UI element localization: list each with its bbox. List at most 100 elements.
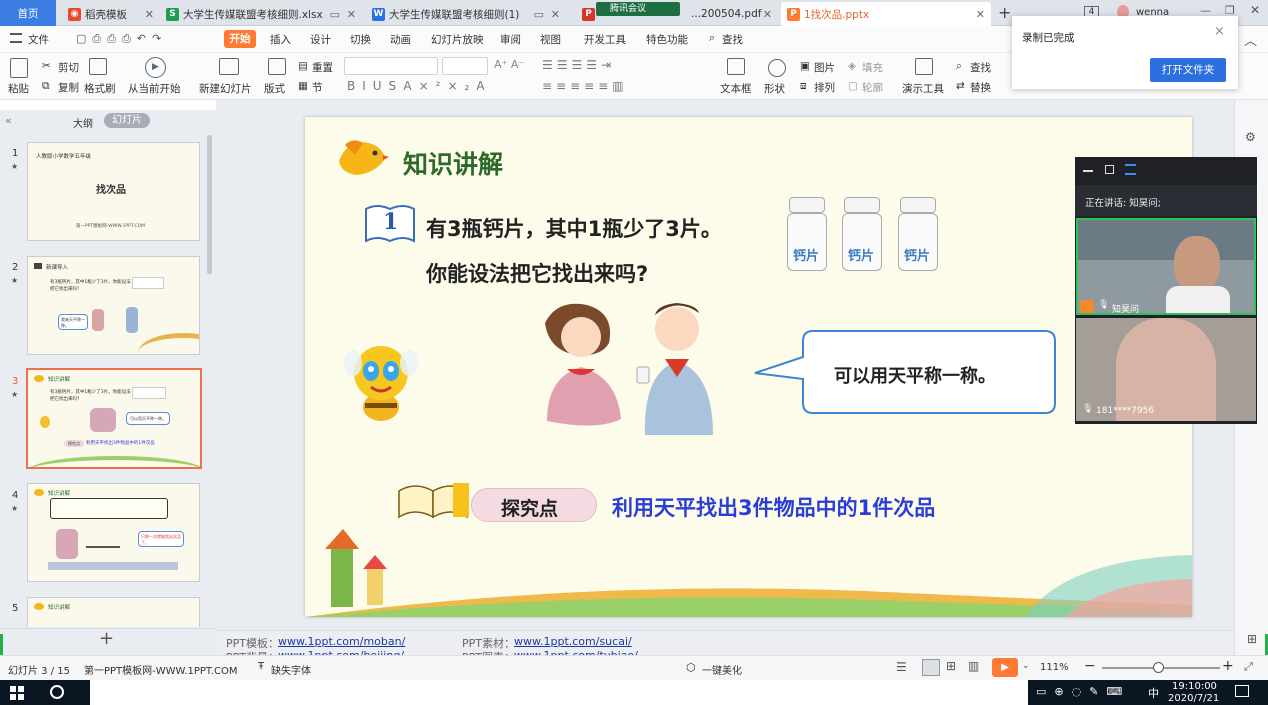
menu-view[interactable]: 视图 [540, 32, 561, 47]
monitor-icon[interactable]: ▭ [534, 8, 544, 21]
clock-time[interactable]: 19:10:00 [1172, 681, 1217, 692]
menu-search[interactable]: 查找 [722, 32, 743, 47]
menu-features[interactable]: 特色功能 [646, 32, 688, 47]
hamburger-icon[interactable] [10, 33, 22, 43]
tab-xlsx[interactable]: S 大学生传媒联盟考核细则.xlsx ▭ ✕ [160, 2, 362, 26]
section-icon[interactable]: ▦ [298, 80, 308, 92]
slide-thumbnail-4[interactable]: 知识讲解 只称一次就能找出次品了。 [27, 483, 200, 582]
menu-transition[interactable]: 切换 [350, 32, 371, 47]
reset-button[interactable]: 重置 [312, 60, 333, 75]
section-button[interactable]: 节 [312, 80, 323, 95]
windows-start-icon[interactable] [10, 686, 24, 700]
add-slide-button[interactable]: + [99, 628, 114, 649]
grid-icon[interactable]: ⊞ [1247, 632, 1257, 646]
notes-link[interactable]: www.1ppt.com/sucai/ [514, 635, 632, 648]
zoom-in-button[interactable]: + [1222, 658, 1234, 674]
missing-font-button[interactable]: 缺失字体 [271, 662, 311, 677]
font-size-up-icon[interactable]: A⁺ A⁻ [494, 58, 524, 71]
menu-developer[interactable]: 开发工具 [584, 32, 626, 47]
close-icon[interactable]: ✕ [763, 8, 772, 21]
normal-view-icon[interactable] [922, 659, 940, 676]
new-tab-button[interactable]: + [998, 3, 1011, 22]
arrange-button[interactable]: 排列 [814, 80, 835, 95]
outline-button[interactable]: 轮廓 [862, 80, 883, 95]
slide-thumbnail-3[interactable]: 知识讲解 有3瓶钙片，其中1瓶少了3片。你能设法把它找出来吗? 可以用天平称一称… [26, 368, 202, 469]
slide-thumbnail-1[interactable]: 人教版小学数学五年级 找次品 第一PPT模板网-WWW.1PPT.COM [27, 142, 200, 241]
shape-button[interactable]: 形状 [764, 81, 785, 96]
menu-slideshow[interactable]: 幻灯片放映 [431, 32, 484, 47]
notes-toggle-icon[interactable]: ☰ [896, 660, 907, 674]
textbox-icon[interactable] [727, 58, 745, 75]
paste-button[interactable]: 粘贴 [8, 81, 29, 96]
tab-pptx[interactable]: P 1找次品.pptx ✕ [781, 2, 991, 26]
close-icon[interactable]: ✕ [145, 8, 154, 21]
shape-icon[interactable] [768, 59, 786, 77]
close-icon[interactable]: ✕ [976, 8, 985, 21]
notes-pane[interactable]: PPT模板： www.1ppt.com/moban/ PPT素材： www.1p… [216, 630, 1234, 664]
menu-animation[interactable]: 动画 [390, 32, 411, 47]
picture-icon[interactable]: ▣ [800, 60, 810, 72]
fit-window-icon[interactable]: ⤢ [1244, 660, 1253, 674]
taskbar-search-area[interactable] [90, 680, 1028, 705]
font-family-select[interactable] [344, 57, 438, 75]
format-painter-icon[interactable] [89, 58, 107, 75]
list-icon[interactable] [1125, 164, 1136, 175]
zoom-slider-thumb[interactable] [1153, 662, 1164, 673]
reset-icon[interactable]: ▤ [298, 60, 308, 72]
slide-thumbnail-5[interactable]: 知识讲解 [27, 597, 200, 627]
align-buttons[interactable]: ≡≡≡≡≡▥ [542, 79, 628, 93]
zoom-level[interactable]: 111% [1040, 662, 1069, 673]
maximize-icon[interactable] [1105, 165, 1114, 174]
replace-button[interactable]: 替换 [970, 80, 991, 95]
quick-access-icons[interactable]: ▢⎙⎙⎙↶↷ [76, 32, 167, 46]
new-slide-button[interactable]: 新建幻灯片 [199, 81, 252, 96]
replace-icon[interactable]: ⇄ [956, 80, 965, 92]
paste-icon[interactable] [10, 58, 28, 78]
close-icon[interactable]: ✕ [551, 8, 560, 21]
participant-video-2[interactable]: 🎙 181****7956 [1076, 318, 1256, 421]
arrange-icon[interactable]: ⧈ [800, 80, 807, 93]
format-painter-button[interactable]: 格式刷 [84, 81, 116, 96]
scrollbar[interactable] [207, 135, 212, 273]
collapse-ribbon-icon[interactable]: ︿ [1244, 30, 1257, 49]
presentation-tool-button[interactable]: 演示工具 [902, 81, 944, 96]
notification-icon[interactable] [1235, 685, 1249, 697]
outline-icon[interactable]: ▢ [848, 80, 858, 92]
find-icon[interactable]: ⌕ [956, 60, 962, 73]
menu-design[interactable]: 设计 [310, 32, 331, 47]
picture-button[interactable]: 图片 [814, 60, 835, 75]
menu-file[interactable]: 文件 [28, 32, 49, 47]
settings-sliders-icon[interactable]: ⚙ [1245, 130, 1256, 144]
monitor-icon[interactable]: ▭ [330, 8, 340, 21]
tab-slides[interactable]: 幻灯片 [104, 113, 150, 128]
layout-icon[interactable] [268, 58, 286, 75]
paragraph-buttons[interactable]: ☰☰☰☰⇥ [542, 58, 615, 72]
ime-indicator[interactable]: 中 [1148, 685, 1159, 701]
tab-home[interactable]: 首页 [0, 0, 56, 26]
layout-button[interactable]: 版式 [264, 81, 285, 96]
tab-doc[interactable]: W 大学生传媒联盟考核细则(1) ▭ ✕ [366, 2, 566, 26]
slideshow-play-icon[interactable]: ▶ [992, 658, 1018, 677]
fill-button[interactable]: 填充 [862, 60, 883, 75]
menu-insert[interactable]: 插入 [270, 32, 291, 47]
search-icon[interactable]: ⌕ [709, 31, 715, 45]
tab-docer-templates[interactable]: ◉ 稻壳模板 ✕ [62, 2, 160, 26]
beautify-button[interactable]: 一键美化 [702, 662, 742, 677]
zoom-out-button[interactable]: − [1084, 658, 1096, 674]
reading-view-icon[interactable]: ▥ [968, 659, 979, 673]
clock-date[interactable]: 2020/7/21 [1168, 693, 1219, 705]
play-icon[interactable]: ▶ [145, 57, 166, 78]
slide[interactable]: 知识讲解 1 有3瓶钙片，其中1瓶少了3片。 你能设法把它找出来吗? 钙片 钙片… [305, 117, 1192, 617]
cortana-icon[interactable] [50, 685, 64, 699]
open-folder-button[interactable]: 打开文件夹 [1150, 58, 1226, 82]
sorter-view-icon[interactable]: ⊞ [946, 659, 956, 673]
play-from-current-button[interactable]: 从当前开始 [128, 81, 181, 96]
text-style-buttons[interactable]: BIUSA×²×₂A [347, 79, 492, 93]
popup-close-button[interactable]: × [1214, 24, 1225, 39]
system-tray-icons[interactable]: ▭⊕◌✎⌨ [1036, 685, 1130, 698]
find-button[interactable]: 查找 [970, 60, 991, 75]
tencent-meeting-tag[interactable]: 腾讯会议 [596, 2, 680, 16]
close-window-icon[interactable]: ✕ [1250, 3, 1260, 17]
copy-button[interactable]: 复制 [58, 80, 79, 95]
font-size-select[interactable] [442, 57, 488, 75]
